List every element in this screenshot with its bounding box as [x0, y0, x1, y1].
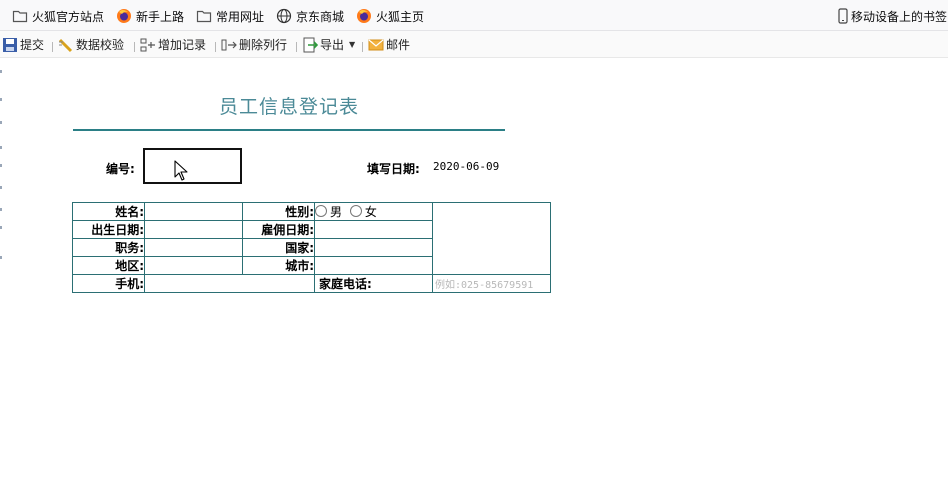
fill-date-value: 2020-06-09 — [433, 160, 500, 173]
name-label: 姓名: — [72, 202, 145, 221]
delete-row-button[interactable]: 删除列行 — [221, 36, 287, 53]
bookmark-label: 京东商城 — [296, 9, 345, 24]
left-edge-marks — [0, 58, 2, 259]
firefox-icon — [117, 9, 131, 23]
bookmark-getting-started[interactable]: 新手上路 — [116, 7, 184, 25]
city-label: 城市: — [242, 256, 315, 275]
toolbar-divider — [134, 42, 135, 52]
export-icon — [303, 37, 318, 52]
validate-button[interactable]: 数据校验 — [58, 36, 124, 53]
home-phone-placeholder: 例如:025-85679591 — [435, 280, 534, 291]
birth-date-input[interactable] — [144, 220, 243, 239]
female-radio[interactable] — [349, 205, 362, 217]
form-title: 员工信息登记表 — [218, 96, 359, 118]
globe-icon — [276, 8, 292, 24]
table-row: 姓名: 性别: 男 女 — [72, 202, 551, 275]
mobile-label: 手机: — [72, 274, 145, 293]
add-record-label: 增加记录 — [158, 38, 207, 52]
gender-label: 性别: — [242, 202, 315, 221]
toolbar-divider — [215, 42, 216, 52]
mail-label: 邮件 — [386, 38, 411, 52]
position-input[interactable] — [144, 238, 243, 257]
mail-button[interactable]: 邮件 — [368, 36, 410, 53]
mouse-cursor-icon — [174, 160, 188, 181]
delete-row-icon — [221, 39, 237, 50]
bookmark-firefox-home[interactable]: 火狐主页 — [356, 7, 424, 25]
region-input[interactable] — [144, 256, 243, 275]
bookmark-jd-mall[interactable]: 京东商城 — [276, 7, 344, 25]
report-toolbar: 提交 数据校验 增加记录 删除列行 导出 ▼ 邮件 — [0, 31, 948, 58]
validate-label: 数据校验 — [76, 38, 125, 52]
chevron-down-icon: ▼ — [349, 40, 356, 49]
folder-icon — [12, 10, 28, 23]
birth-date-label: 出生日期: — [72, 220, 145, 239]
toolbar-divider — [362, 42, 363, 52]
mobile-bookmarks[interactable]: 移动设备上的书签 — [838, 7, 947, 25]
add-record-button[interactable]: 增加记录 — [140, 36, 206, 53]
title-divider — [73, 129, 505, 131]
submit-button[interactable]: 提交 — [2, 36, 44, 53]
number-label: 编号: — [106, 162, 135, 176]
male-radio[interactable] — [315, 205, 327, 217]
submit-label: 提交 — [20, 38, 45, 52]
female-label: 女 — [364, 205, 377, 219]
save-icon — [3, 37, 17, 52]
bookmark-label: 火狐官方站点 — [32, 9, 105, 24]
add-row-icon — [140, 38, 155, 51]
firefox-icon — [357, 9, 371, 23]
mobile-phone-icon — [838, 8, 848, 24]
name-input[interactable] — [144, 202, 243, 221]
table-row: 手机: 家庭电话: 例如:025-85679591 — [72, 274, 551, 293]
toolbar-divider — [296, 42, 297, 52]
ruler-pencil-icon — [58, 38, 73, 52]
bookmark-common-sites[interactable]: 常用网址 — [196, 7, 264, 25]
toolbar-divider — [52, 42, 53, 52]
region-label: 地区: — [72, 256, 145, 275]
country-label: 国家: — [242, 238, 315, 257]
home-phone-input[interactable]: 例如:025-85679591 — [432, 274, 551, 293]
fill-date-label: 填写日期: — [367, 162, 420, 176]
export-label: 导出 — [320, 38, 345, 52]
gender-radio-group: 男 女 — [314, 202, 433, 221]
hire-date-label: 雇佣日期: — [242, 220, 315, 239]
country-input[interactable] — [314, 238, 433, 257]
number-input[interactable] — [143, 148, 242, 184]
city-input[interactable] — [314, 256, 433, 275]
bookmark-firefox-official[interactable]: 火狐官方站点 — [12, 7, 104, 25]
male-label: 男 — [330, 205, 343, 219]
home-phone-label: 家庭电话: — [314, 274, 433, 293]
bookmark-label: 新手上路 — [136, 9, 185, 24]
mobile-bookmarks-label: 移动设备上的书签 — [851, 9, 948, 24]
bookmarks-toolbar: 火狐官方站点 新手上路 常用网址 京东商城 火狐主页 移动设备上的书签 — [0, 0, 948, 31]
export-dropdown[interactable]: 导出 ▼ — [302, 36, 355, 53]
mobile-input[interactable] — [144, 274, 315, 293]
folder-icon — [196, 10, 212, 23]
delete-row-label: 删除列行 — [239, 38, 288, 52]
bookmark-label: 常用网址 — [216, 9, 265, 24]
envelope-icon — [368, 39, 384, 50]
bookmark-label: 火狐主页 — [376, 9, 425, 24]
hire-date-input[interactable] — [314, 220, 433, 239]
employee-info-table: 姓名: 性别: 男 女 出生日期: 雇佣日期: 职务: 国家: 地区: 城市: … — [72, 202, 551, 293]
position-label: 职务: — [72, 238, 145, 257]
photo-cell[interactable] — [432, 202, 551, 275]
